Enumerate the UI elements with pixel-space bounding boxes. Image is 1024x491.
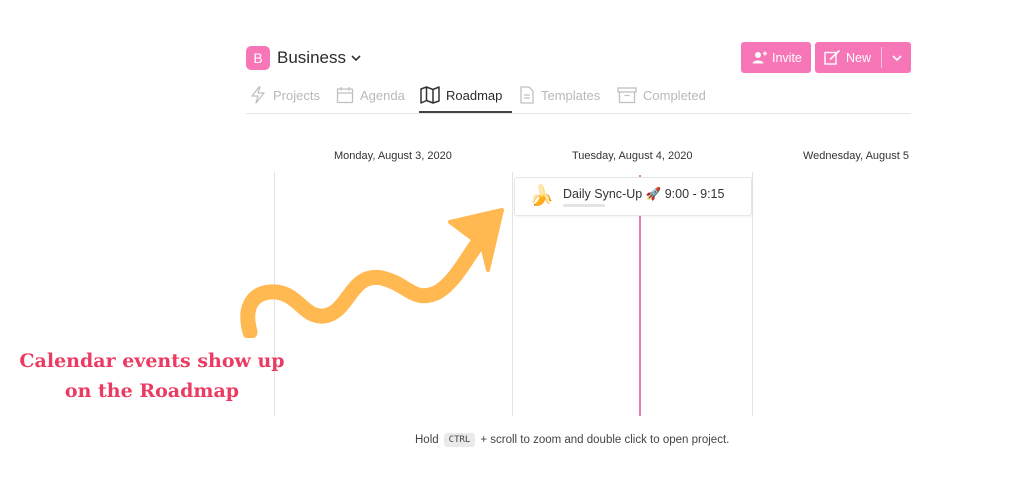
add-user-icon xyxy=(752,51,767,64)
calendar-icon xyxy=(336,87,354,104)
invite-label: Invite xyxy=(772,50,802,65)
document-icon xyxy=(520,86,534,104)
date-header: Tuesday, August 4, 2020 xyxy=(572,150,693,162)
calendar-event-card[interactable]: 🍌 Daily Sync-Up 🚀 9:00 - 9:15 xyxy=(514,177,752,216)
day-column-divider xyxy=(512,172,513,416)
hint-text: + scroll to zoom and double click to ope… xyxy=(480,434,730,446)
workspace-name[interactable]: Business xyxy=(277,48,346,68)
tabs-divider xyxy=(246,113,911,114)
date-header: Wednesday, August 5 xyxy=(803,150,909,162)
archive-icon xyxy=(617,87,637,104)
tab-completed[interactable]: Completed xyxy=(617,84,706,106)
tab-roadmap[interactable]: Roadmap xyxy=(420,84,502,106)
lightning-icon xyxy=(251,86,265,104)
ctrl-key: CTRL xyxy=(443,433,476,447)
new-button[interactable]: New xyxy=(815,42,911,73)
zoom-hint: Hold CTRL + scroll to zoom and double cl… xyxy=(415,433,729,447)
annotation-caption: Calendar events show up on the Roadmap xyxy=(12,346,292,406)
button-divider xyxy=(881,47,882,68)
tab-projects[interactable]: Projects xyxy=(249,84,320,106)
new-dropdown-chevron-icon[interactable] xyxy=(891,52,903,64)
tab-label: Completed xyxy=(643,87,706,103)
day-column-divider xyxy=(752,172,753,416)
hint-text: Hold xyxy=(415,434,439,446)
workspace-badge[interactable]: B xyxy=(246,46,270,70)
caption-line: Calendar events show up xyxy=(19,350,285,372)
tab-label: Roadmap xyxy=(446,87,503,103)
event-progress-bar xyxy=(563,204,605,207)
invite-button[interactable]: Invite xyxy=(741,42,811,73)
caption-line: on the Roadmap xyxy=(64,380,240,402)
date-header: Monday, August 3, 2020 xyxy=(334,150,452,162)
tab-label: Templates xyxy=(541,87,601,103)
tab-label: Agenda xyxy=(360,87,405,103)
tab-templates[interactable]: Templates xyxy=(519,84,600,106)
banana-icon: 🍌 xyxy=(529,185,554,207)
edit-icon xyxy=(824,50,841,65)
chevron-down-icon[interactable] xyxy=(350,52,362,64)
map-icon xyxy=(420,86,440,104)
tab-agenda[interactable]: Agenda xyxy=(336,84,405,106)
annotation-arrow-icon xyxy=(240,208,504,338)
new-label: New xyxy=(846,50,872,65)
tab-label: Projects xyxy=(273,87,320,103)
event-title: Daily Sync-Up 🚀 9:00 - 9:15 xyxy=(563,187,725,201)
